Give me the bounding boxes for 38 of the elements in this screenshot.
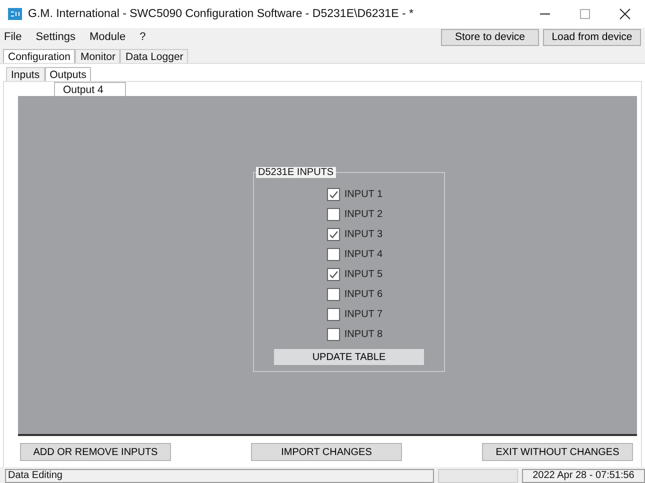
- tab[interactable]: Output 4: [54, 82, 126, 96]
- menu-item[interactable]: Module: [89, 31, 126, 43]
- tab[interactable]: Outputs: [44, 67, 92, 81]
- toolbar-button[interactable]: Store to device: [441, 28, 539, 46]
- action-button[interactable]: ADD OR REMOVE INPUTS: [20, 443, 171, 461]
- checkbox[interactable]: [327, 328, 340, 340]
- checkbox[interactable]: [327, 288, 340, 300]
- checkbox[interactable]: [327, 268, 340, 280]
- tab[interactable]: Inputs: [6, 67, 45, 81]
- close-icon[interactable]: [619, 8, 631, 20]
- checkbox-label[interactable]: INPUT 8: [344, 328, 383, 340]
- action-button[interactable]: IMPORT CHANGES: [251, 443, 402, 461]
- checkbox[interactable]: [327, 308, 340, 320]
- checkbox-label[interactable]: INPUT 6: [344, 288, 383, 300]
- checkbox[interactable]: [327, 248, 340, 260]
- toolbar-button[interactable]: Load from device: [543, 28, 641, 46]
- checkbox-label[interactable]: INPUT 7: [344, 308, 383, 320]
- status-text: Data Editing: [5, 469, 434, 483]
- checkbox-label[interactable]: INPUT 5: [344, 268, 383, 280]
- tab[interactable]: Monitor: [75, 49, 120, 63]
- group-title: D5231E INPUTS: [256, 167, 336, 178]
- window-title: G.M. International - SWC5090 Configuration Software - D5231E\D6231E - *: [28, 8, 414, 20]
- menu-item[interactable]: ?: [140, 31, 146, 43]
- menu-item[interactable]: Settings: [36, 31, 76, 43]
- checkbox-label[interactable]: INPUT 3: [344, 228, 383, 240]
- checkbox[interactable]: [327, 188, 340, 200]
- update-table-button[interactable]: UPDATE TABLE: [274, 349, 424, 365]
- app-logo-icon: [8, 8, 22, 20]
- action-button[interactable]: EXIT WITHOUT CHANGES: [482, 443, 633, 461]
- checkbox[interactable]: [327, 208, 340, 220]
- checkbox-label[interactable]: INPUT 2: [344, 208, 383, 220]
- status-timestamp: 2022 Apr 28 - 07:51:56: [522, 469, 645, 483]
- checkbox[interactable]: [327, 228, 340, 240]
- checkbox-label[interactable]: INPUT 4: [344, 248, 383, 260]
- tab[interactable]: Configuration: [3, 49, 76, 63]
- menu-item[interactable]: File: [4, 31, 22, 43]
- checkbox-label[interactable]: INPUT 1: [344, 188, 383, 200]
- tab[interactable]: Data Logger: [120, 49, 188, 63]
